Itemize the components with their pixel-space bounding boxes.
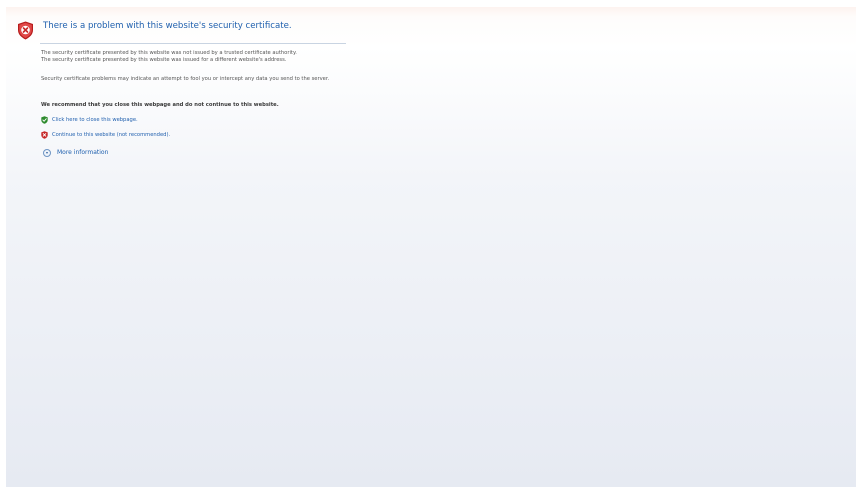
green-shield-icon (41, 115, 48, 124)
warning-text: Security certificate problems may indica… (41, 76, 330, 82)
divider (40, 43, 346, 44)
expand-chevron-icon[interactable] (43, 148, 51, 157)
error-page: There is a problem with this website's s… (6, 7, 856, 487)
close-webpage-label[interactable]: Click here to close this webpage. (52, 117, 138, 123)
certificate-issues-paragraph: The security certificate presented by th… (41, 50, 346, 64)
page-title: There is a problem with this website's s… (43, 21, 292, 31)
address-mismatch-text: The security certificate presented by th… (41, 57, 287, 63)
shield-error-icon (17, 21, 34, 40)
more-information-label[interactable]: More information (57, 149, 108, 156)
continue-website-link[interactable]: Continue to this website (not recommende… (41, 130, 170, 139)
continue-website-label[interactable]: Continue to this website (not recommende… (52, 132, 170, 138)
close-webpage-link[interactable]: Click here to close this webpage. (41, 115, 138, 124)
red-shield-icon (41, 130, 48, 139)
untrusted-authority-text: The security certificate presented by th… (41, 50, 297, 56)
recommendation-text: We recommend that you close this webpage… (41, 102, 279, 108)
more-information-toggle[interactable]: More information (43, 148, 108, 157)
